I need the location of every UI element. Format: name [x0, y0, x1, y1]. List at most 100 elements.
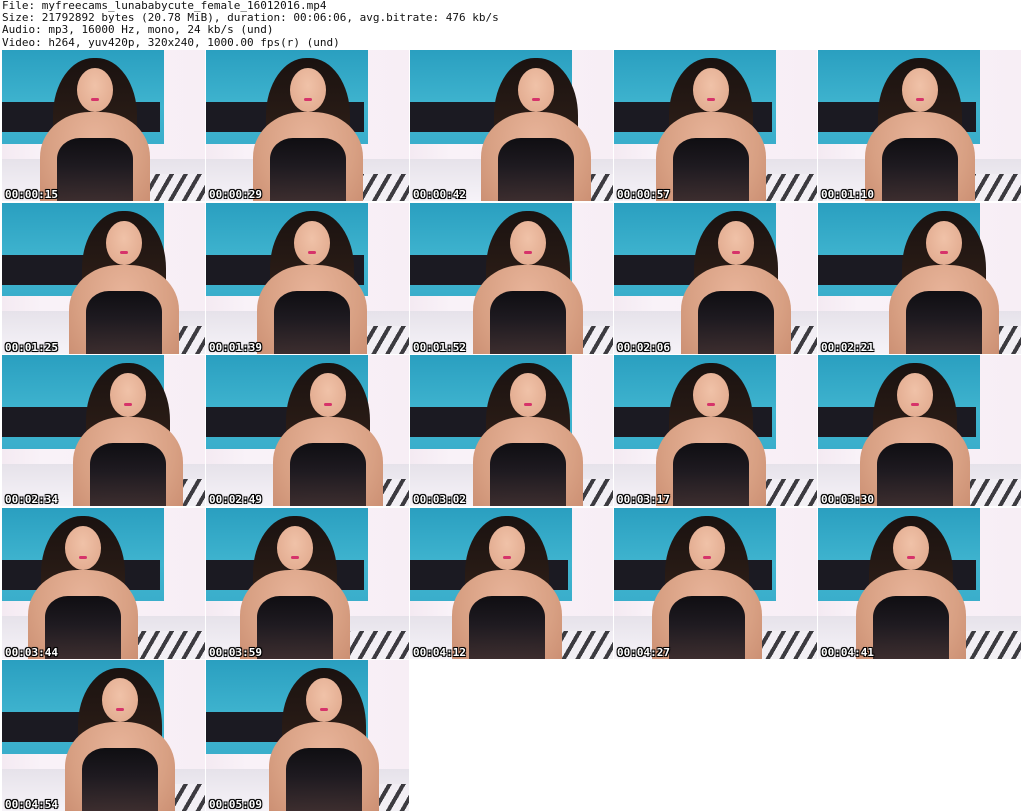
- frame-timestamp: 00:03:44: [5, 645, 58, 659]
- lips: [308, 250, 316, 254]
- face: [102, 678, 138, 722]
- lips: [524, 403, 532, 406]
- video-info-line: Video: h264, yuv420p, 320x240, 1000.00 f…: [2, 35, 340, 49]
- lips: [324, 403, 332, 406]
- video-frame-thumbnail: 00:00:57: [614, 50, 817, 201]
- frame-timestamp: 00:02:34: [5, 493, 58, 506]
- lips: [79, 555, 87, 559]
- frame-timestamp: 00:00:42: [413, 188, 466, 201]
- face: [718, 220, 754, 265]
- face: [489, 525, 525, 570]
- face: [510, 220, 546, 265]
- lingerie: [906, 290, 982, 354]
- lips: [916, 98, 924, 101]
- face: [110, 373, 146, 417]
- lingerie: [290, 443, 366, 506]
- lips: [732, 250, 740, 254]
- face: [65, 525, 101, 570]
- frame-timestamp: 00:01:52: [413, 340, 466, 354]
- video-frame-thumbnail: 00:02:49: [206, 355, 409, 506]
- frame-timestamp: 00:02:06: [617, 340, 670, 354]
- lips: [524, 250, 532, 254]
- frame-timestamp: 00:02:49: [209, 493, 262, 506]
- audio-info-line: Audio: mp3, 16000 Hz, mono, 24 kb/s (und…: [2, 23, 274, 37]
- lingerie: [469, 595, 545, 659]
- video-frame-thumbnail: 00:01:52: [410, 202, 613, 354]
- video-frame-thumbnail: 00:00:15: [2, 50, 205, 201]
- video-frame-thumbnail: 00:00:29: [206, 50, 409, 201]
- face: [897, 373, 933, 417]
- lips: [320, 708, 328, 711]
- frame-timestamp: 00:01:39: [209, 340, 262, 354]
- face: [518, 68, 554, 112]
- lingerie: [490, 443, 566, 506]
- face: [902, 68, 938, 112]
- face: [77, 68, 113, 112]
- striped-cushion: [127, 631, 205, 659]
- lips: [940, 250, 948, 254]
- face: [926, 220, 962, 265]
- frame-timestamp: 00:04:12: [413, 645, 466, 659]
- lingerie: [86, 290, 162, 354]
- video-frame-thumbnail: 00:04:41: [818, 507, 1021, 659]
- lingerie: [673, 138, 749, 201]
- lips: [911, 403, 919, 406]
- video-frame-thumbnail: 00:05:09: [206, 660, 409, 811]
- face: [306, 678, 342, 722]
- face: [106, 220, 142, 265]
- face: [693, 373, 729, 417]
- lingerie: [82, 748, 158, 811]
- lingerie: [877, 443, 953, 506]
- video-frame-thumbnail: 00:04:27: [614, 507, 817, 659]
- video-frame-thumbnail: 00:02:21: [818, 202, 1021, 354]
- face: [277, 525, 313, 570]
- lingerie: [257, 595, 333, 659]
- video-frame-thumbnail: 00:02:06: [614, 202, 817, 354]
- lingerie: [270, 138, 346, 201]
- lingerie: [669, 595, 745, 659]
- frame-timestamp: 00:02:21: [821, 340, 874, 354]
- face: [689, 525, 725, 570]
- video-frame-thumbnail: 00:04:54: [2, 660, 205, 811]
- frame-timestamp: 00:03:02: [413, 493, 466, 506]
- lips: [707, 403, 715, 406]
- video-frame-thumbnail: 00:04:12: [410, 507, 613, 659]
- lingerie: [57, 138, 133, 201]
- video-frame-thumbnail: 00:01:25: [2, 202, 205, 354]
- lips: [707, 98, 715, 101]
- frame-timestamp: 00:01:25: [5, 340, 58, 354]
- frame-timestamp: 00:03:30: [821, 493, 874, 506]
- frame-timestamp: 00:03:17: [617, 493, 670, 506]
- video-frame-thumbnail: 00:02:34: [2, 355, 205, 506]
- video-frame-thumbnail: 00:03:30: [818, 355, 1021, 506]
- frame-timestamp: 00:00:15: [5, 188, 58, 201]
- frame-timestamp: 00:00:29: [209, 188, 262, 201]
- lips: [907, 555, 915, 559]
- video-frame-thumbnail: 00:01:10: [818, 50, 1021, 201]
- lips: [91, 98, 99, 101]
- lingerie: [673, 443, 749, 506]
- video-frame-thumbnail: 00:01:39: [206, 202, 409, 354]
- face: [310, 373, 346, 417]
- lips: [116, 708, 124, 711]
- lingerie: [490, 290, 566, 354]
- frame-timestamp: 00:03:59: [209, 645, 262, 659]
- face: [290, 68, 326, 112]
- face: [693, 68, 729, 112]
- video-frame-thumbnail: 00:03:02: [410, 355, 613, 506]
- lips: [120, 250, 128, 254]
- lips: [532, 98, 540, 101]
- frame-timestamp: 00:04:27: [617, 645, 670, 659]
- lips: [304, 98, 312, 101]
- lips: [703, 555, 711, 559]
- face: [510, 373, 546, 417]
- frame-timestamp: 00:05:09: [209, 798, 262, 811]
- video-frame-thumbnail: 00:03:17: [614, 355, 817, 506]
- frame-timestamp: 00:01:10: [821, 188, 874, 201]
- video-frame-thumbnail: 00:03:44: [2, 507, 205, 659]
- lingerie: [286, 748, 362, 811]
- lingerie: [698, 290, 774, 354]
- face: [893, 525, 929, 570]
- lips: [124, 403, 132, 406]
- video-frame-thumbnail: 00:00:42: [410, 50, 613, 201]
